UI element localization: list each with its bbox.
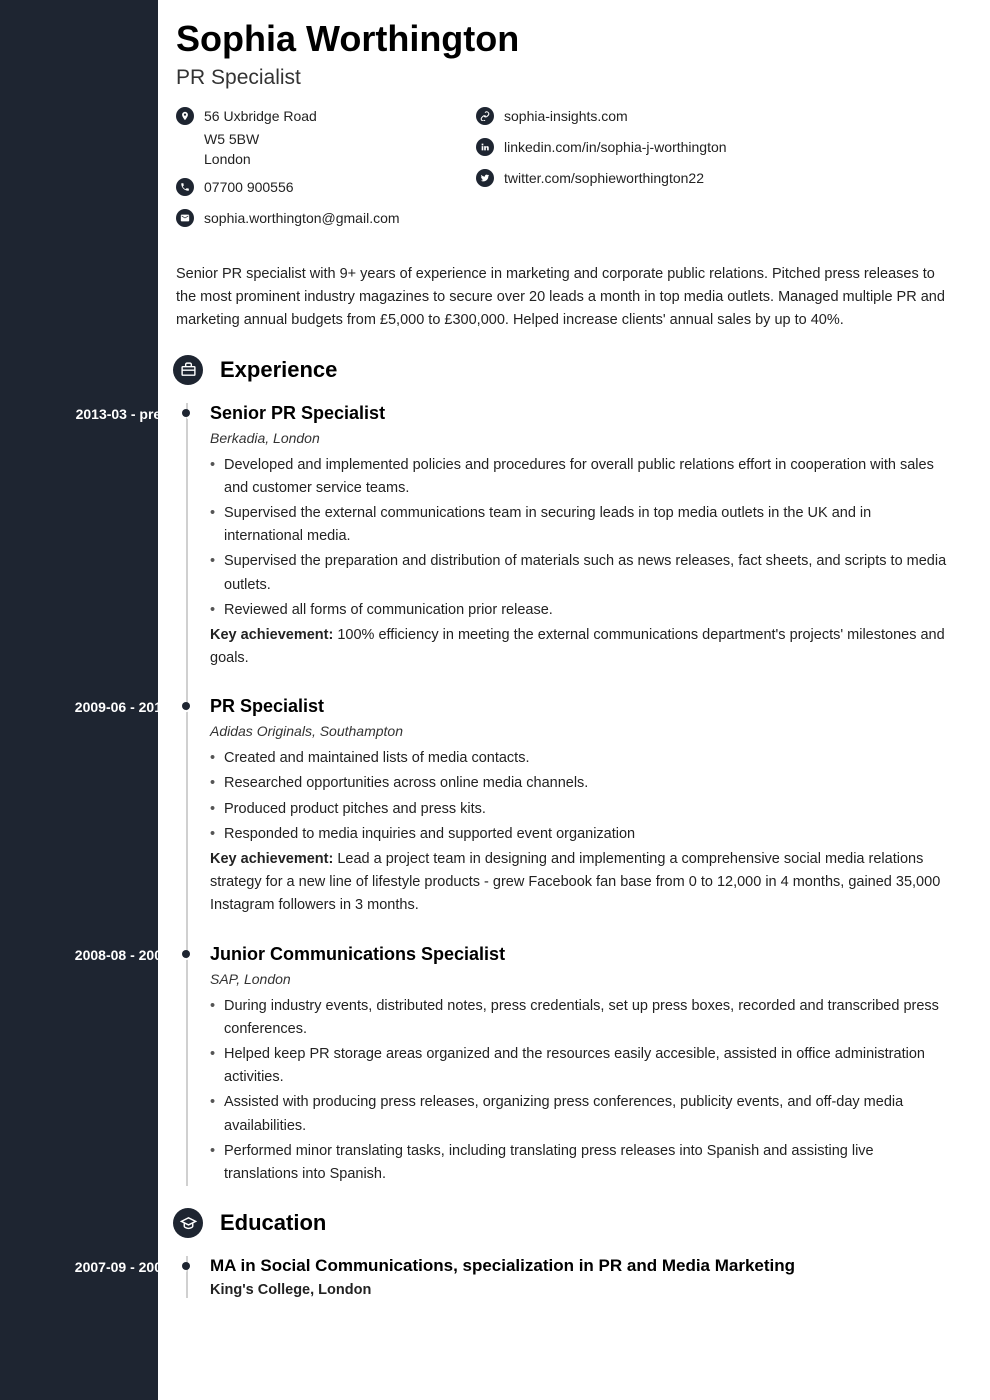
key-label: Key achievement: [210,851,333,867]
bullet: Responded to media inquiries and support… [210,823,950,846]
experience-timeline: 2013-03 - present Senior PR Specialist B… [176,403,950,1187]
bullet: Created and maintained lists of media co… [210,747,950,770]
briefcase-icon [173,355,203,385]
linkedin-text: linkedin.com/in/sophia-j-worthington [504,137,727,158]
bullet: Reviewed all forms of communication prio… [210,599,950,622]
job-title: Junior Communications Specialist [210,944,950,965]
phone-icon [176,178,194,196]
experience-entry: 2008-08 - 2009-06 Junior Communications … [210,944,950,1187]
key-achievement: Key achievement: Lead a project team in … [210,848,950,918]
entry-dates: 2013-03 - present [52,406,200,422]
graduation-cap-icon [173,1208,203,1238]
bullet: Performed minor translating tasks, inclu… [210,1140,950,1186]
job-title: PR Specialist [210,696,950,717]
timeline-dot [182,950,190,958]
contact-linkedin: linkedin.com/in/sophia-j-worthington [476,137,736,158]
contact-email: sophia.worthington@gmail.com [176,208,436,229]
experience-entry: 2009-06 - 2013-03 PR Specialist Adidas O… [210,696,950,917]
degree-title: MA in Social Communications, specializat… [210,1256,950,1276]
bullet: Supervised the preparation and distribut… [210,550,950,596]
contact-left: 56 Uxbridge Road W5 5BW London 07700 900… [176,106,436,239]
person-name: Sophia Worthington [176,18,950,60]
contact-phone: 07700 900556 [176,177,436,198]
education-timeline: 2007-09 - 2008-07 MA in Social Communica… [176,1256,950,1298]
main-content: Sophia Worthington PR Specialist 56 Uxbr… [158,0,990,1400]
school-name: King's College, London [210,1282,950,1298]
location-icon [176,107,194,125]
address-line2: W5 5BW [204,131,436,147]
link-icon [476,107,494,125]
job-company: SAP, London [210,971,950,987]
entry-dates: 2008-08 - 2009-06 [52,947,200,963]
email-icon [176,209,194,227]
timeline-dot [182,409,190,417]
key-label: Key achievement: [210,627,333,643]
education-header: Education [176,1208,950,1238]
resume-page: Sophia Worthington PR Specialist 56 Uxbr… [0,0,990,1400]
job-bullets: Created and maintained lists of media co… [210,747,950,846]
key-achievement: Key achievement: 100% efficiency in meet… [210,624,950,670]
bullet: Developed and implemented policies and p… [210,454,950,500]
person-title: PR Specialist [176,66,950,90]
bullet: Assisted with producing press releases, … [210,1091,950,1137]
job-company: Berkadia, London [210,430,950,446]
experience-title: Experience [220,357,337,383]
contact-right: sophia-insights.com linkedin.com/in/soph… [476,106,736,239]
experience-entry: 2013-03 - present Senior PR Specialist B… [210,403,950,671]
summary-text: Senior PR specialist with 9+ years of ex… [176,263,950,333]
linkedin-icon [476,138,494,156]
contact-website: sophia-insights.com [476,106,736,127]
bullet: Helped keep PR storage areas organized a… [210,1043,950,1089]
twitter-icon [476,169,494,187]
contact-section: 56 Uxbridge Road W5 5BW London 07700 900… [176,106,950,239]
timeline-dot [182,1262,190,1270]
job-bullets: During industry events, distributed note… [210,995,950,1187]
contact-twitter: twitter.com/sophieworthington22 [476,168,736,189]
bullet: During industry events, distributed note… [210,995,950,1041]
education-title: Education [220,1210,326,1236]
address-text: 56 Uxbridge Road [204,106,317,127]
address-line1: 56 Uxbridge Road [204,106,317,127]
contact-address: 56 Uxbridge Road [176,106,436,127]
experience-header: Experience [176,355,950,385]
email-text: sophia.worthington@gmail.com [204,208,400,229]
address-line3: London [204,151,436,167]
job-bullets: Developed and implemented policies and p… [210,454,950,622]
phone-text: 07700 900556 [204,177,294,198]
website-text: sophia-insights.com [504,106,628,127]
education-entry: 2007-09 - 2008-07 MA in Social Communica… [210,1256,950,1298]
bullet: Researched opportunities across online m… [210,772,950,795]
job-company: Adidas Originals, Southampton [210,723,950,739]
twitter-text: twitter.com/sophieworthington22 [504,168,704,189]
bullet: Supervised the external communications t… [210,502,950,548]
job-title: Senior PR Specialist [210,403,950,424]
entry-dates: 2009-06 - 2013-03 [52,699,200,715]
bullet: Produced product pitches and press kits. [210,798,950,821]
entry-dates: 2007-09 - 2008-07 [52,1259,200,1275]
